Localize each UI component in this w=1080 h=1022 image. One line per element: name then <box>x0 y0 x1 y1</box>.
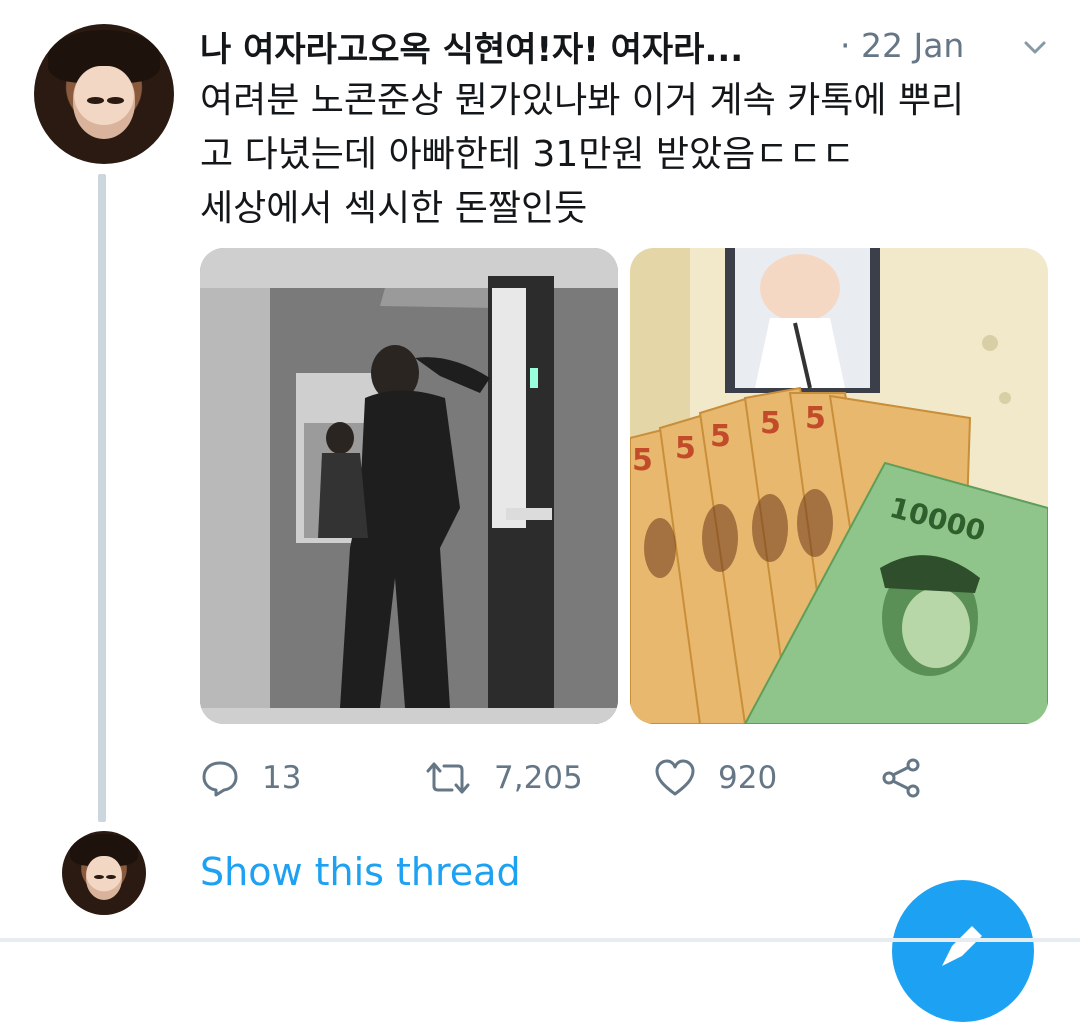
chevron-down-icon[interactable] <box>1018 30 1052 64</box>
compose-button[interactable] <box>892 880 1034 1022</box>
author-name[interactable]: 나 여자라고오옥 식현여!자! 여자라... <box>200 22 743 71</box>
avatar-eye <box>106 96 124 104</box>
reply-button[interactable]: 13 <box>200 748 301 808</box>
tweet-photo-2[interactable]: 5 5 5 5 5 10000 <box>630 248 1048 724</box>
like-icon <box>655 759 695 796</box>
compose-icon <box>942 926 982 966</box>
thread-connector-line <box>98 174 106 822</box>
show-thread-link[interactable]: Show this thread <box>200 850 521 894</box>
reply-count: 13 <box>262 760 302 796</box>
tweet-photo-1[interactable] <box>200 248 618 724</box>
tweet-text: 여려분 노콘준상 뭔가있나봐 이거 계속 카톡에 뿌리 고 다녔는데 아빠한테 … <box>200 74 1060 236</box>
retweet-icon <box>426 762 470 794</box>
divider <box>0 938 1080 942</box>
avatar-eye <box>105 874 116 879</box>
author-avatar[interactable] <box>34 24 174 164</box>
retweet-count: 7,205 <box>494 760 583 796</box>
reply-icon <box>202 761 238 797</box>
tweet-actions: 13 7,205 920 <box>200 748 1060 808</box>
share-icon <box>882 758 920 798</box>
avatar-eye <box>87 96 104 104</box>
photo-korean-banknotes: 5 5 5 5 5 10000 <box>630 248 1048 724</box>
thread-author-avatar[interactable] <box>62 831 146 915</box>
retweet-button[interactable]: 7,205 <box>424 748 583 808</box>
svg-text:5: 5 <box>710 419 731 454</box>
svg-text:5: 5 <box>675 431 696 466</box>
svg-text:5: 5 <box>805 401 826 436</box>
avatar-face <box>73 66 135 139</box>
like-button[interactable]: 920 <box>654 748 777 808</box>
avatar-face <box>85 856 123 900</box>
tweet-text-line: 여려분 노콘준상 뭔가있나봐 이거 계속 카톡에 뿌리 <box>200 80 965 121</box>
photo-shower-man <box>200 248 618 724</box>
like-count: 920 <box>718 760 778 796</box>
avatar-eye <box>93 874 104 879</box>
svg-text:5: 5 <box>760 406 781 441</box>
svg-text:5: 5 <box>632 443 653 478</box>
tweet-text-line: 세상에서 섹시한 돈짤인듯 <box>200 188 588 229</box>
share-button[interactable] <box>880 748 922 808</box>
tweet-timestamp[interactable]: · 22 Jan <box>840 26 964 65</box>
tweet-header: 나 여자라고오옥 식현여!자! 여자라... · 22 Jan <box>200 20 1060 70</box>
tweet-text-line: 고 다녔는데 아빠한테 31만원 받았음ㄷㄷㄷ <box>200 134 855 175</box>
